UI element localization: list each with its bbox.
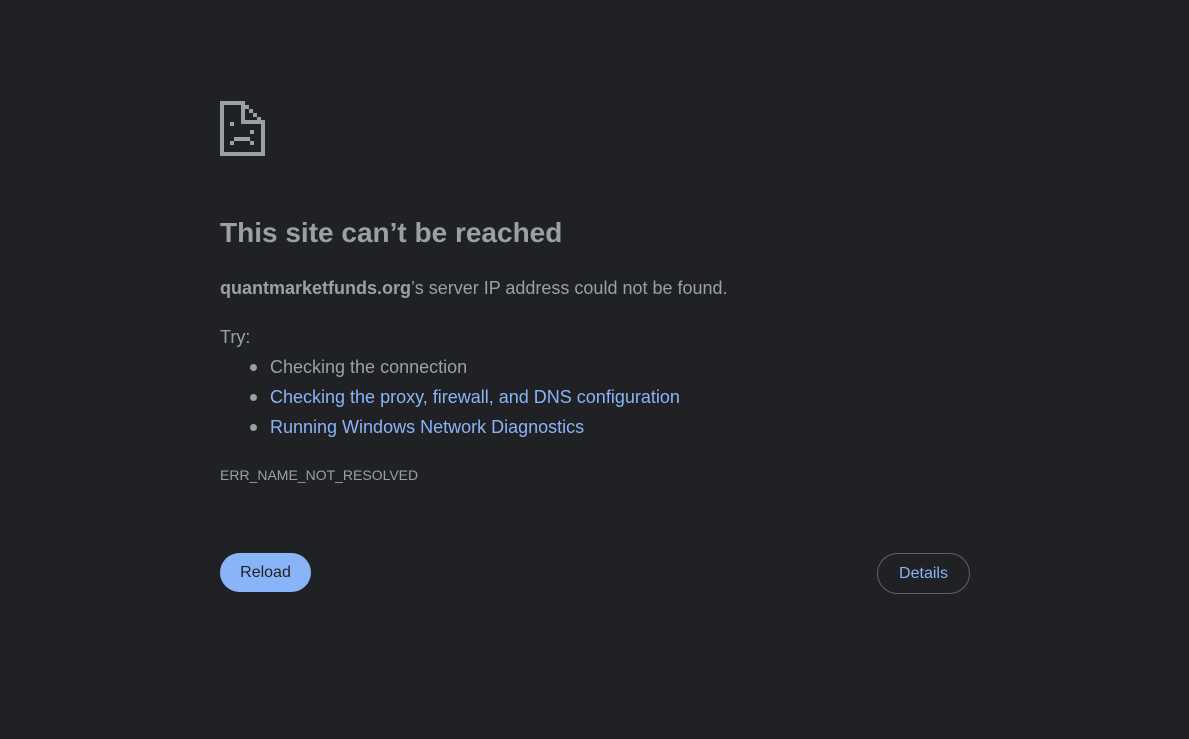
suggestion-network-diagnostics: Running Windows Network Diagnostics	[220, 415, 680, 445]
check-proxy-link[interactable]: Checking the proxy, firewall, and DNS co…	[270, 387, 680, 407]
try-label: Try:	[220, 327, 251, 347]
reload-button[interactable]: Reload	[220, 553, 311, 592]
suggestions-list: Checking the connection Checking the pro…	[220, 355, 680, 445]
summary-text: ’s server IP address could not be found.	[411, 278, 728, 298]
suggestion-check-connection: Checking the connection	[220, 355, 680, 385]
suggestion-text: Checking the connection	[270, 357, 468, 377]
sad-page-icon	[220, 101, 265, 156]
network-diagnostics-link[interactable]: Running Windows Network Diagnostics	[270, 417, 584, 437]
page-title: This site can’t be reached	[220, 217, 563, 248]
error-summary: quantmarketfunds.org’s server IP address…	[220, 276, 728, 300]
error-code: ERR_NAME_NOT_RESOLVED	[220, 467, 419, 483]
details-button[interactable]: Details	[877, 553, 970, 594]
suggestion-check-proxy: Checking the proxy, firewall, and DNS co…	[220, 385, 680, 415]
site-domain: quantmarketfunds.org	[220, 278, 412, 298]
